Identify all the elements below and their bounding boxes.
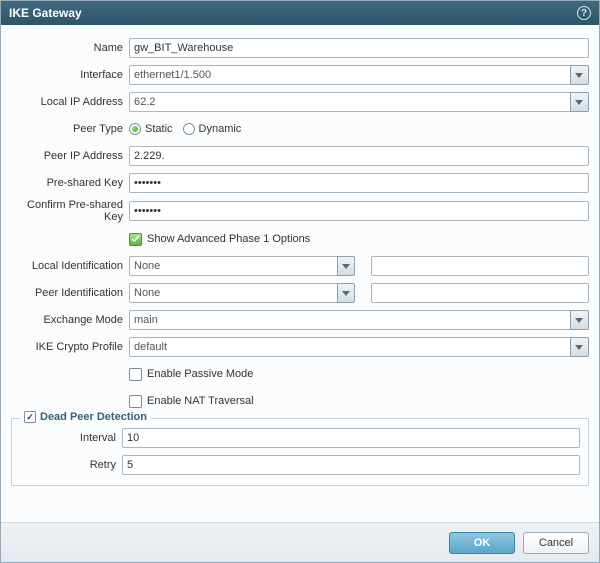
- checkbox-icon: [129, 368, 142, 381]
- peer-id-combo[interactable]: [129, 283, 355, 303]
- show-advanced-label: Show Advanced Phase 1 Options: [147, 233, 310, 245]
- enable-nat-checkbox[interactable]: Enable NAT Traversal: [129, 395, 254, 408]
- ok-button[interactable]: OK: [449, 532, 515, 554]
- peer-id-dropdown-button[interactable]: [337, 283, 355, 303]
- local-ip-combo[interactable]: [129, 92, 589, 112]
- label-peer-id: Peer Identification: [11, 287, 129, 299]
- local-id-input[interactable]: [129, 256, 337, 276]
- exchange-mode-combo[interactable]: [129, 310, 589, 330]
- peer-id-value-input[interactable]: [371, 283, 589, 303]
- local-ip-dropdown-button[interactable]: [570, 92, 589, 112]
- radio-icon: [183, 123, 195, 135]
- show-advanced-checkbox[interactable]: Show Advanced Phase 1 Options: [129, 233, 310, 246]
- enable-passive-label: Enable Passive Mode: [147, 368, 253, 380]
- local-id-value-input[interactable]: [371, 256, 589, 276]
- peer-type-static-radio[interactable]: Static: [129, 123, 173, 135]
- titlebar: IKE Gateway ?: [1, 1, 599, 25]
- label-local-id: Local Identification: [11, 260, 129, 272]
- peer-type-static-label: Static: [145, 123, 173, 135]
- label-ike-profile: IKE Crypto Profile: [11, 341, 129, 353]
- peer-type-dynamic-radio[interactable]: Dynamic: [183, 123, 242, 135]
- ike-gateway-dialog: IKE Gateway ? Name Interface: [0, 0, 600, 563]
- dpd-fieldset: Dead Peer Detection Interval Retry: [11, 418, 589, 486]
- peer-id-input[interactable]: [129, 283, 337, 303]
- exchange-mode-dropdown-button[interactable]: [570, 310, 589, 330]
- ike-profile-input[interactable]: [129, 337, 570, 357]
- help-icon[interactable]: ?: [577, 6, 591, 20]
- exchange-mode-input[interactable]: [129, 310, 570, 330]
- interface-combo[interactable]: [129, 65, 589, 85]
- name-input[interactable]: [129, 38, 589, 58]
- local-ip-input[interactable]: [129, 92, 570, 112]
- psk-input[interactable]: [129, 173, 589, 193]
- checkbox-icon: [129, 395, 142, 408]
- dpd-legend: Dead Peer Detection: [20, 411, 151, 423]
- dpd-label: Dead Peer Detection: [40, 411, 147, 423]
- label-peer-ip: Peer IP Address: [11, 150, 129, 162]
- interface-dropdown-button[interactable]: [570, 65, 589, 85]
- cancel-button[interactable]: Cancel: [523, 532, 589, 554]
- label-peer-type: Peer Type: [11, 123, 129, 135]
- label-interval: Interval: [20, 432, 122, 444]
- interval-input[interactable]: [122, 428, 580, 448]
- interface-input[interactable]: [129, 65, 570, 85]
- psk-confirm-input[interactable]: [129, 201, 589, 221]
- dialog-footer: OK Cancel: [1, 522, 599, 562]
- ike-profile-dropdown-button[interactable]: [570, 337, 589, 357]
- enable-nat-label: Enable NAT Traversal: [147, 395, 254, 407]
- enable-passive-checkbox[interactable]: Enable Passive Mode: [129, 368, 253, 381]
- checkbox-icon: [129, 233, 142, 246]
- label-retry: Retry: [20, 459, 122, 471]
- label-exchange-mode: Exchange Mode: [11, 314, 129, 326]
- local-id-combo[interactable]: [129, 256, 355, 276]
- label-psk: Pre-shared Key: [11, 177, 129, 189]
- label-psk-confirm: Confirm Pre-shared Key: [11, 199, 129, 223]
- ike-profile-combo[interactable]: [129, 337, 589, 357]
- label-interface: Interface: [11, 69, 129, 81]
- peer-type-dynamic-label: Dynamic: [199, 123, 242, 135]
- retry-input[interactable]: [122, 455, 580, 475]
- peer-ip-input[interactable]: [129, 146, 589, 166]
- dialog-title: IKE Gateway: [9, 6, 82, 20]
- dialog-content: Name Interface Local IP Address: [1, 25, 599, 522]
- dpd-enable-checkbox[interactable]: [24, 411, 36, 423]
- label-name: Name: [11, 42, 129, 54]
- radio-icon: [129, 123, 141, 135]
- label-local-ip: Local IP Address: [11, 96, 129, 108]
- local-id-dropdown-button[interactable]: [337, 256, 355, 276]
